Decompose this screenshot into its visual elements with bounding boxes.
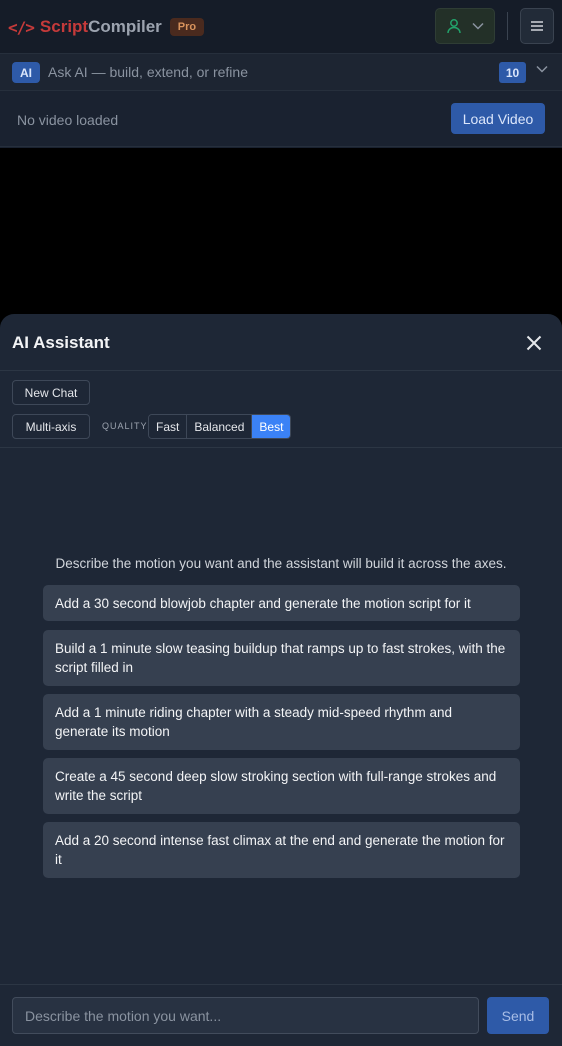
load-video-button[interactable]: Load Video bbox=[451, 103, 545, 134]
quality-best[interactable]: Best bbox=[252, 415, 291, 438]
top-bar: </> Script Compiler Pro bbox=[0, 0, 562, 53]
code-brackets-icon: </> bbox=[8, 17, 35, 37]
close-icon bbox=[526, 335, 542, 351]
logo-compiler-text: Compiler bbox=[88, 17, 162, 36]
video-player[interactable] bbox=[0, 148, 562, 328]
send-button[interactable]: Send bbox=[487, 997, 549, 1034]
user-menu-button[interactable] bbox=[435, 8, 495, 44]
new-chat-button[interactable]: New Chat bbox=[12, 380, 90, 405]
hamburger-menu-button[interactable] bbox=[520, 8, 554, 44]
ask-ai-input[interactable]: Ask AI — build, extend, or refine bbox=[48, 64, 248, 80]
close-button[interactable] bbox=[522, 331, 546, 355]
chevron-down-icon bbox=[472, 22, 484, 30]
quality-selector: Fast Balanced Best bbox=[148, 414, 292, 439]
quality-balanced[interactable]: Balanced bbox=[187, 415, 253, 438]
ask-ai-bar[interactable]: AI Ask AI — build, extend, or refine 10 bbox=[0, 53, 562, 91]
chevron-down-icon[interactable] bbox=[536, 65, 548, 73]
plan-badge: Pro bbox=[169, 18, 205, 36]
hamburger-icon bbox=[531, 21, 543, 31]
user-icon bbox=[447, 19, 461, 34]
multi-axis-toggle[interactable]: Multi-axis bbox=[12, 414, 90, 439]
chat-input[interactable]: Describe the motion you want... bbox=[12, 997, 479, 1034]
intro-text: Describe the motion you want and the ass… bbox=[55, 556, 507, 571]
divider bbox=[0, 370, 562, 371]
divider bbox=[0, 447, 562, 448]
count-badge: 10 bbox=[499, 62, 526, 83]
divider bbox=[0, 984, 562, 985]
video-toolbar: No video loaded Load Video bbox=[0, 92, 562, 147]
suggestion-item[interactable]: Add a 1 minute riding chapter with a ste… bbox=[43, 694, 520, 750]
header-divider bbox=[507, 12, 508, 40]
video-status: No video loaded bbox=[17, 112, 119, 128]
suggestion-item[interactable]: Add a 30 second blowjob chapter and gene… bbox=[43, 585, 520, 621]
suggestion-item[interactable]: Add a 20 second intense fast climax at t… bbox=[43, 822, 520, 878]
quality-label: QUALITY bbox=[102, 421, 148, 431]
logo-script-text: Script bbox=[39, 17, 89, 36]
suggestion-item[interactable]: Build a 1 minute slow teasing buildup th… bbox=[43, 630, 520, 686]
suggestion-item[interactable]: Create a 45 second deep slow stroking se… bbox=[43, 758, 520, 814]
app-logo[interactable]: </> Script Compiler Pro bbox=[8, 16, 205, 38]
ai-chip: AI bbox=[12, 62, 40, 83]
panel-title: AI Assistant bbox=[12, 333, 110, 352]
ai-assistant-panel: AI Assistant New Chat Multi-axis QUALITY… bbox=[0, 314, 562, 1046]
quality-fast[interactable]: Fast bbox=[149, 415, 188, 438]
